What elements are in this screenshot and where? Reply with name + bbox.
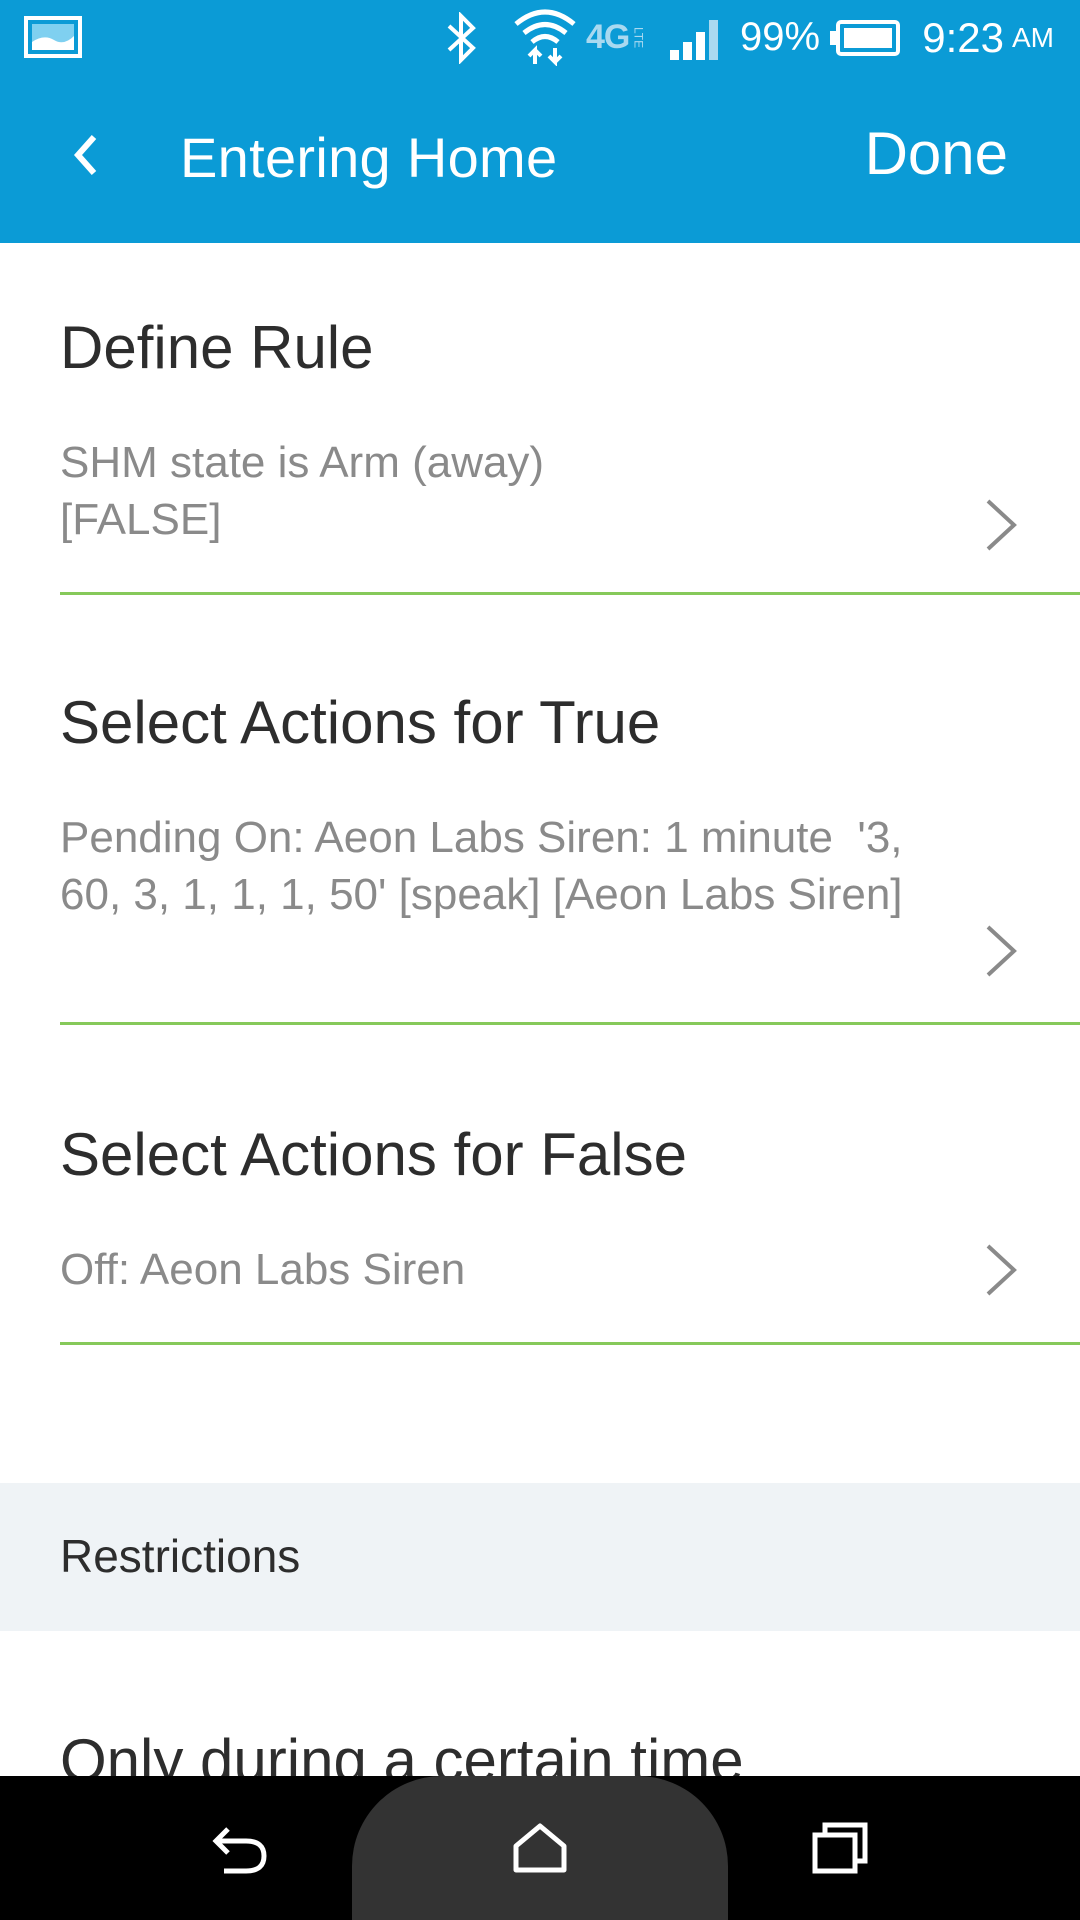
time-restriction-item[interactable]: Only during a certain time	[0, 1631, 1080, 1776]
chevron-right-icon	[986, 1244, 1017, 1296]
back-nav-button[interactable]	[200, 1808, 280, 1888]
section-description: SHM state is Arm (away) [FALSE]	[60, 438, 545, 544]
app-bar: Entering Home Done	[0, 75, 1080, 243]
section-heading: Select Actions for True	[60, 689, 661, 756]
restrictions-label: Restrictions	[60, 1530, 301, 1582]
divider	[60, 1022, 1080, 1025]
chevron-right-icon	[986, 925, 1017, 977]
define-rule-section[interactable]: Define Rule SHM state is Arm (away) [FAL…	[0, 243, 1080, 598]
status-bar: 4G LTE 99% 9:23 AM	[0, 0, 1080, 75]
home-nav-button[interactable]	[500, 1808, 580, 1888]
recents-nav-button[interactable]	[800, 1808, 880, 1888]
recents-nav-icon	[812, 1822, 868, 1874]
section-heading: Only during a certain time	[60, 1727, 744, 1776]
lte-4g-icon: 4G LTE	[586, 18, 646, 56]
section-heading: Select Actions for False	[60, 1121, 687, 1188]
done-button[interactable]: Done	[865, 119, 1008, 188]
section-description: Pending On: Aeon Labs Siren: 1 minute '3…	[60, 813, 915, 919]
bluetooth-icon	[447, 12, 476, 64]
navigation-bar	[0, 1776, 1080, 1920]
page-title: Entering Home	[180, 126, 558, 189]
back-nav-icon	[212, 1827, 267, 1874]
restrictions-header: Restrictions	[0, 1483, 1080, 1631]
signal-icon	[670, 20, 718, 60]
wifi-icon	[514, 9, 576, 66]
actions-false-section[interactable]: Select Actions for False Off: Aeon Labs …	[0, 1028, 1080, 1348]
home-nav-icon	[513, 1823, 567, 1873]
divider	[60, 1342, 1080, 1345]
gallery-icon	[24, 16, 82, 58]
divider	[60, 592, 1080, 595]
actions-true-section[interactable]: Select Actions for True Pending On: Aeon…	[0, 598, 1080, 1028]
status-time: 9:23 AM	[922, 13, 1054, 61]
battery-icon	[830, 20, 900, 56]
chevron-right-icon	[986, 499, 1017, 551]
battery-percent: 99%	[740, 15, 821, 59]
section-description: Off: Aeon Labs Siren	[60, 1245, 466, 1294]
back-button[interactable]	[50, 120, 120, 190]
section-heading: Define Rule	[60, 314, 374, 381]
chevron-left-icon	[73, 135, 97, 175]
